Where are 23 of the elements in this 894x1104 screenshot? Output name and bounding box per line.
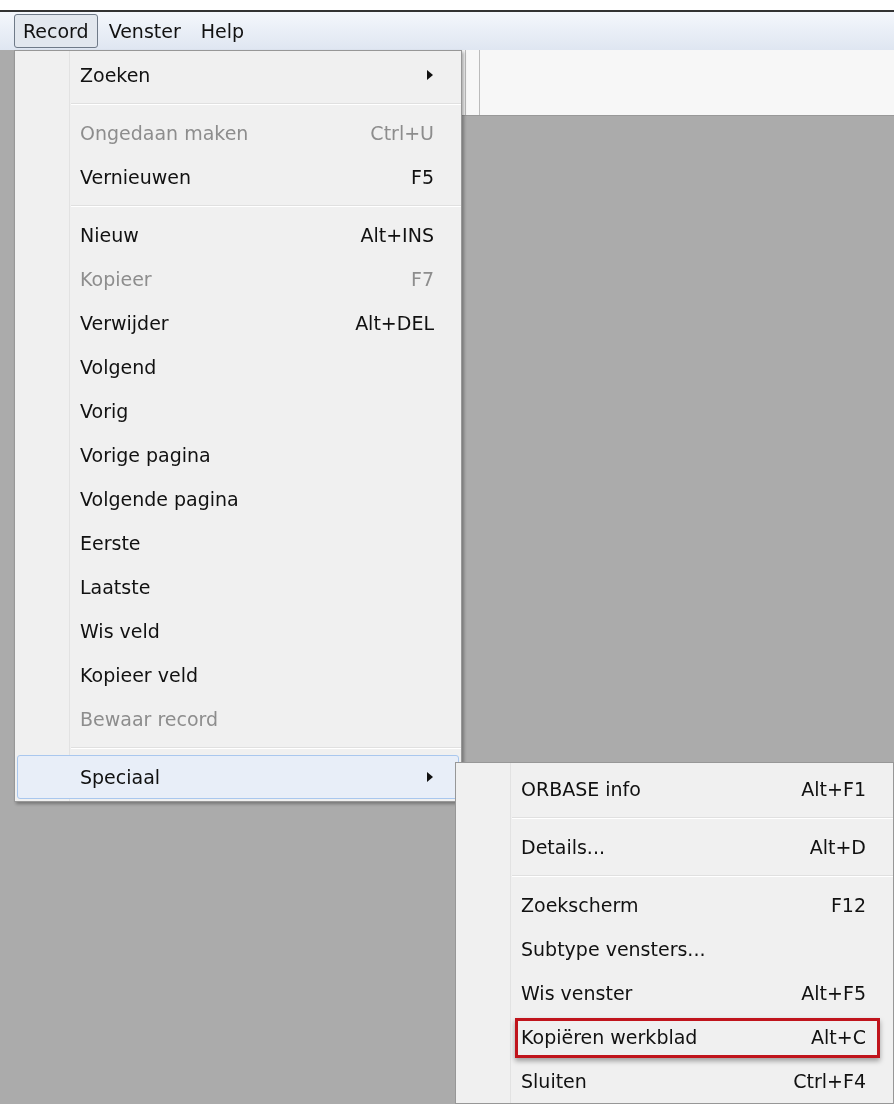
menu-item[interactable]: Zoeken <box>17 53 459 97</box>
menu-item[interactable]: Eerste <box>17 521 459 565</box>
menu-item[interactable]: Vorige pagina <box>17 433 459 477</box>
menu-item[interactable]: Sluiten Ctrl+F4 <box>458 1059 891 1103</box>
menu-item[interactable]: Kopiëren werkblad Alt+C <box>458 1015 891 1059</box>
menu-item[interactable]: Vernieuwen F5 <box>17 155 459 199</box>
menu-item[interactable]: Nieuw Alt+INS <box>17 213 459 257</box>
menu-item[interactable]: Volgend <box>17 345 459 389</box>
menu-item[interactable]: Help <box>191 14 254 48</box>
menu-item[interactable]: Wis veld <box>17 609 459 653</box>
menu-item[interactable]: Laatste <box>17 565 459 609</box>
menu-item[interactable]: Details... Alt+D <box>458 825 891 869</box>
menu-item[interactable]: ORBASE info Alt+F1 <box>458 767 891 811</box>
menu-item[interactable]: Kopieer veld <box>17 653 459 697</box>
menu-item[interactable]: Subtype vensters... <box>458 927 891 971</box>
menu-item[interactable]: Speciaal <box>17 755 459 799</box>
menu-item[interactable]: Wis venster Alt+F5 <box>458 971 891 1015</box>
menu-item[interactable]: Venster <box>99 14 190 48</box>
menu-item[interactable]: Zoekscherm F12 <box>458 883 891 927</box>
menu-item[interactable]: Record <box>14 14 98 48</box>
menu-item[interactable]: Volgende pagina <box>17 477 459 521</box>
menu-item[interactable]: Vorig <box>17 389 459 433</box>
menu-item[interactable]: Verwijder Alt+DEL <box>17 301 459 345</box>
